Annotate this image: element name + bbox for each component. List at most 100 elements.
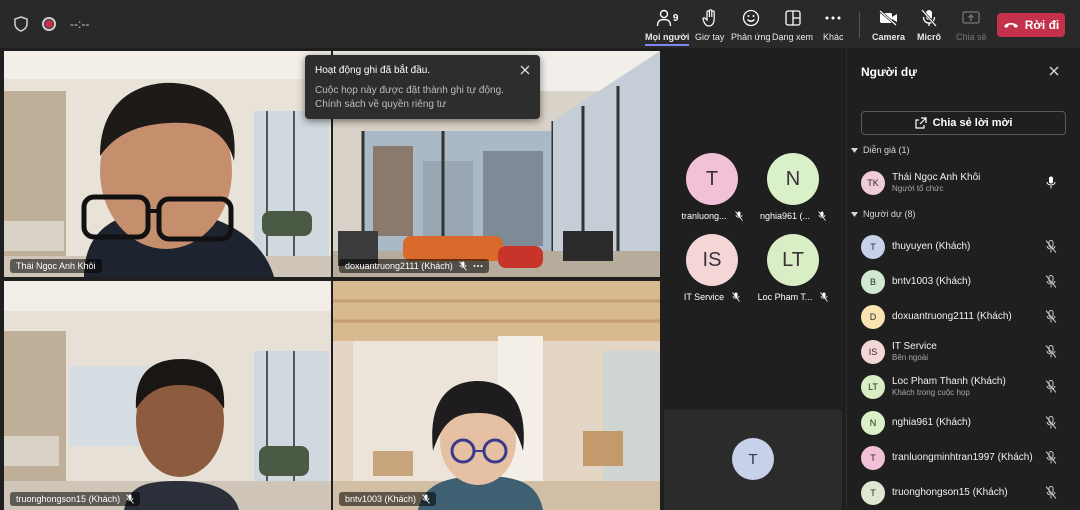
notification-text: Cuộc họp này được đặt thành ghi tự động. [315,85,504,96]
participant-name: nghia961 (... [759,211,811,221]
mic-off-icon [1045,486,1057,499]
mini-participant-label: IT Service [672,292,752,302]
leave-button[interactable]: Rời đi [997,13,1065,37]
mic-off-icon [422,494,430,504]
mic-off-icon [1045,310,1057,323]
participant-name: Loc Pham T... [757,292,813,302]
view-button[interactable]: Dạng xem [772,8,813,42]
video-tile[interactable]: truonghongson15 (Khách) [4,281,331,510]
shield-icon [14,16,28,32]
participant-name-tag: truonghongson15 (Khách) [10,492,141,506]
participant-row[interactable]: LT Loc Pham Thanh (Khách) Khách trong cuộc… [861,372,1073,402]
close-icon[interactable] [520,65,530,75]
video-feed [4,281,331,510]
share-label: Chia sẻ [956,32,987,42]
mic-off-icon [734,211,743,221]
participant-row[interactable]: Bbntv1003 (Khách) [861,267,1073,297]
more-label: Khác [823,32,844,42]
avatar: N [861,411,885,435]
participant-name: doxuantruong2111 (Khách) [892,311,1012,322]
avatar: N [767,153,819,205]
privacy-policy-link[interactable]: Chính sách về quyền riêng tư [315,98,530,112]
teams-meeting-window: --:-- 9 Mọi người Giơ tay Phản ứng Dạng … [0,0,1080,510]
participant-row[interactable]: Tthuyuyen (Khách) [861,232,1073,262]
camera-off-icon [878,10,899,26]
share-invite-button[interactable]: Chia sẻ lời mời [861,111,1066,135]
participant-name-tag: Thái Ngọc Anh Khôi [10,259,102,273]
hand-icon [702,9,718,27]
participant-name-tag: bntv1003 (Khách) [339,492,437,506]
more-button[interactable]: Khác [823,8,844,42]
meeting-timer: --:-- [70,17,90,31]
participant-name: IT Service [683,292,725,302]
chevron-down-icon [851,211,858,217]
raise-hand-button[interactable]: Giơ tay [695,8,724,42]
participant-name: truonghongson15 (Khách) [16,494,121,504]
self-view-tile[interactable]: T [664,410,842,510]
participant-row[interactable]: TK Thái Ngọc Anh Khôi Người tổ chức [861,168,1073,198]
participant-name: tranluongminhtran1997 (Khách) [892,452,1033,463]
people-button[interactable]: 9 Mọi người [645,8,690,46]
mic-off-icon [1045,416,1057,429]
participant-name: Loc Pham Thanh (Khách) [892,376,1006,387]
participant-row[interactable]: Ddoxuantruong2111 (Khách) [861,302,1073,332]
mic-off-icon [458,261,467,271]
video-tile[interactable]: bntv1003 (Khách) [333,281,660,510]
participant-row[interactable]: IS IT Service Bên ngoài [861,337,1073,367]
close-icon[interactable] [1049,66,1059,76]
participant-name: Thái Ngọc Anh Khôi [892,172,981,183]
avatar: LT [861,375,885,399]
people-count: 9 [672,12,679,24]
more-dots-icon[interactable] [473,264,483,268]
avatar: IS [686,234,738,286]
recording-notification: Hoạt động ghi đã bắt đầu. Cuộc họp này đ… [305,55,540,119]
avatar: IS [861,340,885,364]
view-label: Dạng xem [772,32,814,42]
share-screen-icon [962,10,980,26]
avatar: D [861,305,885,329]
mini-participant[interactable]: T tranluong... [672,153,752,221]
mini-participant-label: nghia961 (... [753,211,833,221]
people-icon [656,9,672,27]
more-dots-icon [825,15,841,21]
participant-name-tag: doxuantruong2111 (Khách) [339,259,489,273]
mic-button[interactable]: Micrô [917,8,941,42]
participant-row[interactable]: Ttranluongminhtran1997 (Khách) [861,443,1073,473]
participant-name: truonghongson15 (Khách) [892,487,1008,498]
mic-off-icon [921,9,937,27]
panel-title: Người dự [861,65,917,79]
video-tile[interactable]: Thái Ngọc Anh Khôi [4,51,331,277]
mic-off-icon [820,292,829,302]
mini-participant[interactable]: LT Loc Pham T... [753,234,833,302]
mini-participant-label: tranluong... [672,211,752,221]
recording-icon [42,17,56,31]
hangup-icon [1003,21,1019,29]
participant-name: bntv1003 (Khách) [345,494,417,504]
participant-row[interactable]: Ttruonghongson15 (Khách) [861,478,1073,508]
mic-label: Micrô [917,32,942,42]
participant-row[interactable]: Nnghia961 (Khách) [861,408,1073,438]
avatar: T [732,438,774,480]
mic-off-icon [1045,240,1057,253]
participant-role: Khách trong cuộc họp [892,388,970,397]
avatar: T [861,235,885,259]
react-button[interactable]: Phản ứng [731,8,771,42]
mini-participant[interactable]: IS IT Service [672,234,752,302]
avatar: LT [767,234,819,286]
notification-body: Cuộc họp này được đặt thành ghi tự động.… [315,84,530,112]
share-icon [914,117,927,129]
mini-participant[interactable]: N nghia961 (... [753,153,833,221]
attendees-section-header[interactable]: Người dự (8) [851,209,915,219]
presenters-section-header[interactable]: Diễn giả (1) [851,145,910,155]
raise-hand-label: Giơ tay [695,32,725,42]
participant-name: tranluong... [681,211,727,221]
participant-name: bntv1003 (Khách) [892,276,971,287]
avatar: T [861,481,885,505]
camera-label: Camera [872,32,906,42]
share-button[interactable]: Chia sẻ [956,8,987,42]
mic-off-icon [732,292,740,302]
participant-name: Thái Ngọc Anh Khôi [16,261,96,271]
mic-off-icon [126,494,134,504]
meeting-status: --:-- [14,16,89,32]
camera-button[interactable]: Camera [872,8,905,42]
